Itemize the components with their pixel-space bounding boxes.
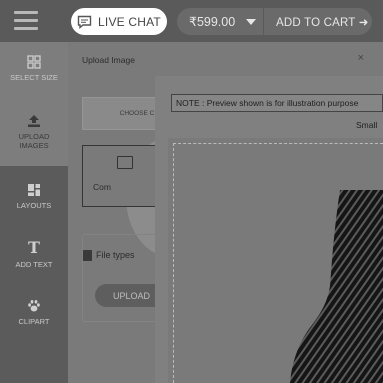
file-types-label: File types	[96, 250, 135, 260]
hamburger-menu-icon[interactable]	[14, 11, 38, 31]
panel-title: Upload Image	[82, 55, 135, 65]
sidebar-item-label: CLIPART	[18, 317, 50, 326]
sidebar-item-label: ADD TEXT	[15, 260, 53, 269]
preview-artwork-image	[290, 190, 383, 383]
sidebar-item-label: UPLOAD IMAGES	[18, 132, 50, 150]
add-to-cart-button[interactable]: ADD TO CART ➜	[264, 8, 372, 35]
live-chat-button[interactable]: LIVE CHAT	[71, 8, 167, 35]
text-icon: T	[28, 238, 40, 257]
sidebar-item-select-size[interactable]: SELECT SIZE	[0, 42, 68, 100]
computer-option-label: Com	[93, 182, 111, 192]
preview-note-text: NOTE : Preview shown is for illustration…	[176, 98, 359, 108]
chevron-down-icon	[246, 19, 256, 25]
sidebar-item-upload-images[interactable]: UPLOAD IMAGES	[0, 100, 68, 166]
layout-icon	[28, 184, 40, 196]
close-icon[interactable]: ×	[358, 52, 364, 64]
live-chat-label: LIVE CHAT	[98, 14, 161, 29]
monitor-icon	[117, 156, 133, 169]
chat-bubble-icon	[77, 15, 92, 29]
upload-icon	[28, 115, 40, 127]
top-bar: LIVE CHAT ₹599.00 ADD TO CART ➜	[0, 0, 383, 42]
add-to-cart-label: ADD TO CART ➜	[276, 16, 369, 29]
sidebar-item-add-text[interactable]: T ADD TEXT	[0, 240, 68, 296]
size-label[interactable]: Small	[356, 120, 377, 130]
price-value: ₹599.00	[189, 15, 236, 29]
sidebar-item-clipart[interactable]: CLIPART	[0, 298, 68, 354]
sidebar: SELECT SIZE UPLOAD IMAGES LAYOUTS T ADD …	[0, 42, 68, 383]
sidebar-item-label: LAYOUTS	[16, 201, 52, 210]
upload-from-computer-card[interactable]: Com	[82, 145, 158, 207]
grid-icon	[27, 55, 41, 69]
preview-note-bar: NOTE : Preview shown is for illustration…	[171, 94, 383, 112]
paw-icon	[28, 300, 40, 312]
price-selector[interactable]: ₹599.00	[177, 8, 263, 35]
file-icon	[83, 250, 92, 261]
sidebar-item-layouts[interactable]: LAYOUTS	[0, 182, 68, 238]
upload-button-label: UPLOAD	[113, 290, 151, 301]
choose-tab-label: CHOOSE C	[119, 110, 155, 117]
sidebar-item-label: SELECT SIZE	[10, 73, 58, 82]
